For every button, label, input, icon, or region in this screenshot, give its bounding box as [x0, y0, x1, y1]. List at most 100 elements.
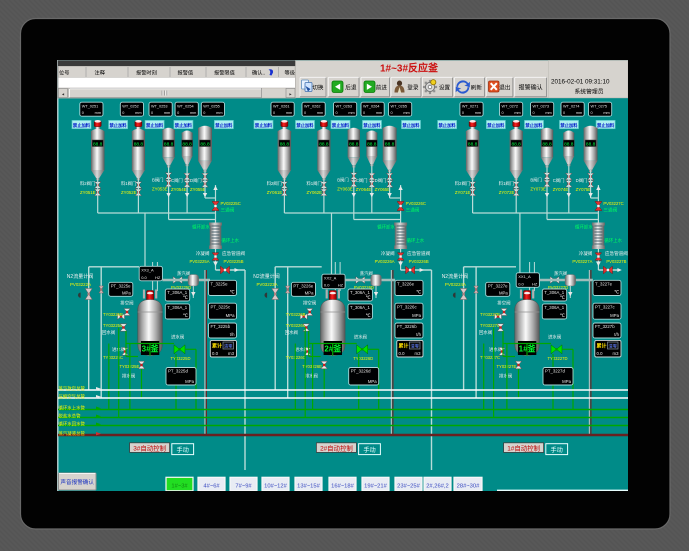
svg-text:mm: mm [475, 111, 481, 115]
svg-text:ZY052E: ZY052E [121, 190, 137, 195]
svg-text:ZY053E: ZY053E [152, 187, 168, 192]
svg-text:MPa: MPa [368, 379, 377, 384]
svg-text:88.8: 88.8 [280, 141, 290, 147]
svg-text:℃: ℃ [230, 290, 235, 295]
svg-text:T_3225e: T_3225e [211, 282, 229, 287]
svg-text:B阀门: B阀门 [152, 177, 163, 184]
svg-text:ZY073E: ZY073E [530, 187, 546, 192]
svg-text:4#~6#: 4#~6# [203, 483, 220, 489]
svg-text:禁止加料: 禁止加料 [73, 122, 91, 129]
svg-text:88.8: 88.8 [586, 141, 596, 147]
svg-text:2016-02-01 09:31:10: 2016-02-01 09:31:10 [551, 79, 610, 86]
svg-text:mm: mm [376, 111, 382, 115]
svg-text:WT_0252: WT_0252 [122, 104, 138, 108]
svg-text:m3: m3 [415, 351, 422, 356]
svg-text:t/h: t/h [416, 332, 421, 337]
svg-text:0: 0 [82, 111, 84, 115]
svg-text:0.0: 0.0 [141, 275, 147, 280]
svg-text:三通阀: 三通阀 [221, 207, 235, 214]
svg-text:PV03226B: PV03226B [409, 259, 429, 264]
svg-text:0: 0 [273, 111, 275, 115]
svg-text:℃: ℃ [183, 313, 188, 318]
svg-text:报警值: 报警值 [178, 69, 194, 77]
svg-text:手动: 手动 [363, 446, 375, 454]
svg-text:16#~18#: 16#~18# [331, 483, 355, 489]
svg-text:三通阀: 三通阀 [603, 207, 617, 214]
svg-text:循环上水: 循环上水 [222, 237, 240, 244]
svg-text:WT_0261: WT_0261 [273, 104, 289, 108]
svg-text:冷凝阀: 冷凝阀 [381, 250, 395, 257]
svg-text:19#~21#: 19#~21# [364, 483, 388, 489]
svg-text:mm: mm [514, 111, 520, 115]
svg-text:MPa: MPa [122, 290, 131, 295]
svg-text:三通阀: 三通阀 [406, 207, 420, 214]
svg-text:TY03225B: TY03225B [103, 312, 123, 317]
svg-text:循环上水: 循环上水 [407, 237, 425, 244]
svg-text:C阀门: C阀门 [171, 177, 183, 184]
svg-text:3#自动控制: 3#自动控制 [133, 443, 166, 452]
svg-text:2#自动控制: 2#自动控制 [320, 443, 353, 452]
svg-text:0.0: 0.0 [597, 351, 604, 356]
svg-text:禁止加料: 禁止加料 [255, 122, 273, 129]
svg-text:HZ: HZ [338, 283, 344, 288]
svg-text:PV03222A: PV03222A [70, 282, 91, 287]
svg-text:88.8: 88.8 [93, 141, 103, 147]
svg-text:禁止加料: 禁止加料 [439, 122, 457, 129]
svg-text:回水阀: 回水阀 [285, 329, 298, 336]
svg-text:88.8: 88.8 [349, 141, 359, 147]
svg-text:88.8: 88.8 [512, 141, 522, 147]
svg-text:PV03223A: PV03223A [257, 282, 278, 287]
svg-text:0.0: 0.0 [212, 351, 219, 356]
svg-text:10#~12#: 10#~12# [264, 483, 288, 489]
svg-text:T_3227e: T_3227e [595, 282, 613, 287]
svg-text:WT_0262: WT_0262 [304, 104, 320, 108]
svg-text:FT_3226b: FT_3226b [397, 324, 417, 329]
svg-text:禁止加料: 禁止加料 [525, 122, 543, 129]
svg-text:N2流量计阀: N2流量计阀 [67, 273, 93, 280]
svg-text:冷凝阀: 冷凝阀 [579, 250, 593, 257]
svg-text:ZY064E: ZY064E [356, 187, 372, 192]
svg-text:登录: 登录 [407, 84, 419, 92]
svg-text:WT_0275: WT_0275 [591, 104, 607, 108]
svg-text:系统管理员: 系统管理员 [575, 88, 604, 96]
svg-text:MPa: MPa [562, 379, 571, 384]
svg-text:℃: ℃ [560, 295, 565, 300]
svg-text:88.8: 88.8 [564, 141, 574, 147]
svg-text:PT_3225e: PT_3225e [111, 284, 131, 289]
svg-text:0: 0 [203, 111, 205, 115]
svg-text:N2流量计阀: N2流量计阀 [442, 273, 468, 280]
svg-text:C阀门: C阀门 [356, 177, 368, 184]
svg-text:mm: mm [286, 111, 292, 115]
svg-text:回水阀: 回水阀 [102, 329, 115, 336]
svg-text:料2阀门: 料2阀门 [80, 180, 95, 187]
svg-text:前进: 前进 [376, 84, 388, 92]
svg-text:排空阀: 排空阀 [303, 300, 316, 307]
svg-text:确认..: 确认.. [252, 69, 265, 77]
svg-text:mm: mm [317, 111, 323, 115]
svg-text:PT_3227d: PT_3227d [545, 369, 565, 374]
svg-text:冷凝阀: 冷凝阀 [196, 250, 210, 257]
svg-text:TY03227C: TY03227C [480, 355, 500, 360]
svg-text:ZY074E: ZY074E [553, 187, 569, 192]
svg-text:循环卸水: 循环卸水 [377, 224, 395, 231]
svg-text:MPa: MPa [412, 313, 421, 318]
svg-text:WT_0264: WT_0264 [363, 104, 379, 108]
svg-text:T_3226e: T_3226e [397, 282, 415, 287]
svg-text:累计: 累计 [597, 343, 607, 350]
svg-text:PV03227A: PV03227A [572, 259, 592, 264]
svg-text:FT_3225b: FT_3225b [211, 324, 231, 329]
svg-text:mm: mm [545, 111, 551, 115]
svg-text:循环水回水管: 循环水回水管 [59, 421, 86, 428]
svg-text:循环卸水: 循环卸水 [192, 224, 210, 231]
svg-text:ZY075E: ZY075E [576, 187, 592, 192]
svg-text:0: 0 [533, 111, 535, 115]
svg-text:排水阀: 排水阀 [305, 373, 318, 380]
svg-text:7#~9#: 7#~9# [235, 483, 252, 489]
svg-text:PV03226A: PV03226A [375, 259, 395, 264]
svg-text:排空阀: 排空阀 [120, 300, 133, 307]
svg-text:mm: mm [216, 111, 222, 115]
svg-text:退出: 退出 [499, 84, 510, 92]
svg-text:WT_0263: WT_0263 [336, 104, 352, 108]
svg-text:m3: m3 [228, 351, 235, 356]
svg-text:88.8: 88.8 [164, 141, 174, 147]
